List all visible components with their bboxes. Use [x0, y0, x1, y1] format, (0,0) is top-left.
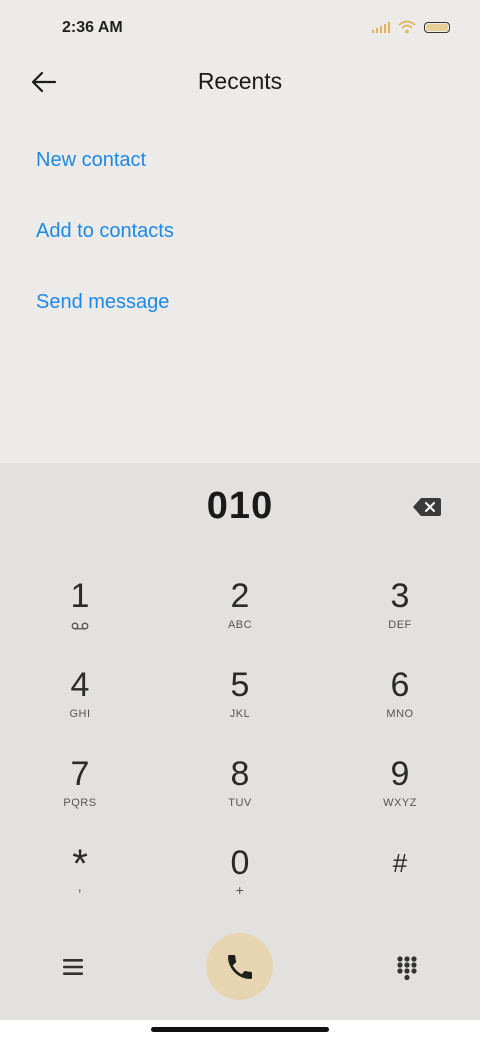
add-to-contacts-link[interactable]: Add to contacts: [36, 217, 174, 288]
dialpad: 010 1 2 ABC 3 DEF 4 GHI 5 JKL 6 MNO 7 PQ…: [0, 463, 480, 1020]
key-9[interactable]: 9 WXYZ: [340, 753, 460, 833]
menu-icon[interactable]: [62, 957, 84, 977]
battery-icon: [424, 21, 450, 33]
key-letters: GHI: [69, 708, 91, 720]
key-letters: TUV: [228, 797, 252, 809]
status-time: 2:36 AM: [62, 19, 123, 36]
key-row-4: * , 0 + #: [0, 842, 480, 931]
page-title: Recents: [197, 68, 283, 94]
key-8[interactable]: 8 TUV: [180, 753, 300, 833]
key-letters: WXYZ: [383, 797, 417, 809]
key-letters: DEF: [388, 619, 412, 631]
key-0[interactable]: 0 +: [180, 842, 300, 922]
key-digit: 0: [230, 844, 250, 882]
key-7[interactable]: 7 PQRS: [20, 753, 140, 833]
navigation-bar: [0, 1020, 480, 1040]
key-digit: 5: [230, 666, 250, 704]
key-5[interactable]: 5 JKL: [180, 664, 300, 744]
key-4[interactable]: 4 GHI: [20, 664, 140, 744]
dialer-bottom-bar: [0, 933, 480, 1003]
key-6[interactable]: 6 MNO: [340, 664, 460, 744]
key-digit: #: [392, 848, 408, 878]
key-letters: ,: [77, 878, 83, 894]
key-digit: 7: [70, 755, 90, 793]
key-digit: 1: [70, 577, 90, 615]
key-row-1: 1 2 ABC 3 DEF: [0, 575, 480, 664]
phone-icon: [227, 954, 252, 979]
key-3[interactable]: 3 DEF: [340, 575, 460, 655]
status-icons: [372, 20, 450, 34]
home-indicator[interactable]: [151, 1027, 329, 1032]
key-letters: PQRS: [63, 797, 97, 809]
key-digit: 9: [390, 755, 410, 793]
key-2[interactable]: 2 ABC: [180, 575, 300, 655]
actions-list: New contact Add to contacts Send message: [36, 146, 174, 359]
key-digit: 4: [70, 666, 90, 704]
key-digit: 2: [230, 577, 250, 615]
dialpad-grid-icon[interactable]: [396, 955, 418, 981]
key-letters: ABC: [227, 619, 253, 631]
keypad: 1 2 ABC 3 DEF 4 GHI 5 JKL 6 MNO 7 PQRS 8…: [0, 575, 480, 931]
status-bar: 2:36 AM: [0, 0, 480, 56]
dialed-number: 010: [206, 485, 274, 527]
key-letters: MNO: [386, 708, 414, 720]
key-hash[interactable]: #: [340, 842, 460, 922]
key-row-2: 4 GHI 5 JKL 6 MNO: [0, 664, 480, 753]
send-message-link[interactable]: Send message: [36, 288, 174, 359]
key-digit: 3: [390, 577, 410, 615]
voicemail-icon: [71, 622, 89, 630]
new-contact-link[interactable]: New contact: [36, 146, 174, 217]
call-button[interactable]: [206, 933, 273, 1000]
wifi-icon: [398, 20, 416, 34]
key-letters: +: [235, 882, 245, 898]
key-1[interactable]: 1: [20, 575, 140, 655]
backspace-icon[interactable]: [412, 496, 442, 518]
key-row-3: 7 PQRS 8 TUV 9 WXYZ: [0, 753, 480, 842]
signal-icon: [372, 21, 390, 33]
key-digit: 8: [230, 755, 250, 793]
key-letters: JKL: [229, 708, 251, 720]
app-header: Recents: [0, 56, 480, 108]
key-star[interactable]: * ,: [20, 842, 140, 922]
key-digit: 6: [390, 666, 410, 704]
